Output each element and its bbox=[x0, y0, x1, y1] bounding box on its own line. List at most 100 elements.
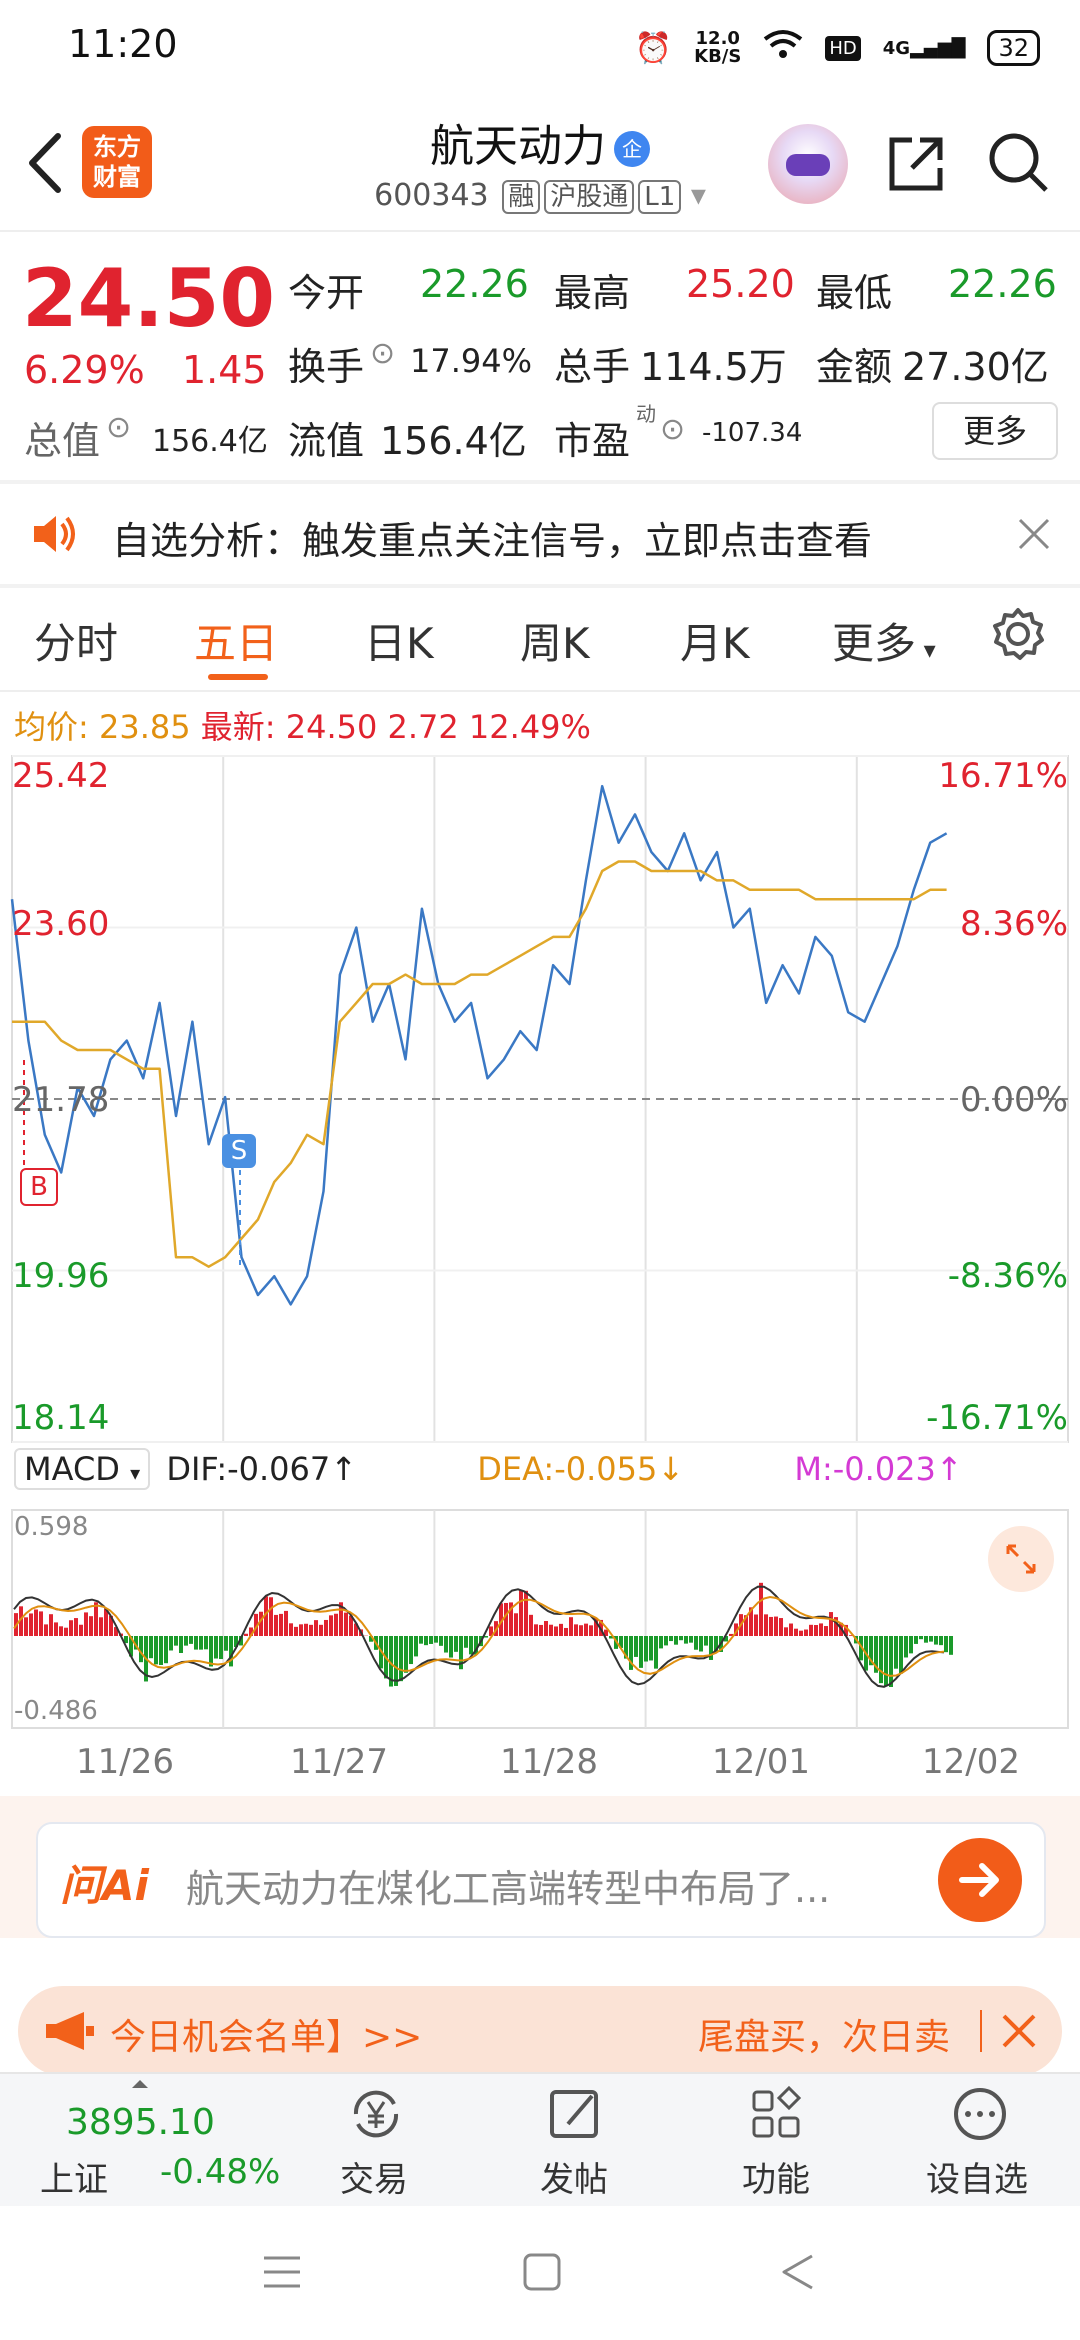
macd-histogram-bar bbox=[74, 1618, 78, 1636]
info-icon[interactable]: ⊙ bbox=[106, 410, 131, 445]
index-name[interactable]: 上证 bbox=[40, 2152, 108, 2201]
macd-histogram-bar bbox=[299, 1624, 303, 1636]
macd-histogram-bar bbox=[899, 1636, 903, 1674]
notice-bar[interactable]: 自选分析：触发重点关注信号，立即点击查看 bbox=[0, 484, 1080, 584]
price-axis-tick: 19.96 bbox=[12, 1256, 110, 1296]
change-pct: 6.29% bbox=[24, 348, 145, 392]
settings-gear-icon[interactable] bbox=[990, 606, 1046, 666]
macd-histogram-bar bbox=[759, 1582, 763, 1636]
megaphone-icon bbox=[42, 2008, 98, 2058]
sell-marker[interactable]: S bbox=[222, 1134, 256, 1168]
info-icon[interactable]: ⊙ bbox=[660, 412, 685, 447]
post-label[interactable]: 发帖 bbox=[540, 2152, 608, 2201]
dif-value: -0.067 bbox=[227, 1450, 331, 1488]
index-value[interactable]: 3895.10 bbox=[66, 2102, 215, 2143]
macd-histogram-bar bbox=[534, 1624, 538, 1636]
macd-histogram-bar bbox=[794, 1628, 798, 1636]
x-axis-date: 11/27 bbox=[290, 1742, 388, 1782]
macd-histogram-bar bbox=[189, 1636, 193, 1644]
back-nav-icon[interactable] bbox=[778, 2252, 818, 2296]
macd-histogram-bar bbox=[524, 1590, 528, 1636]
tab-weekly-k[interactable]: 周K bbox=[520, 610, 590, 671]
macd-histogram-bar bbox=[209, 1636, 213, 1667]
open-label: 今开 bbox=[288, 271, 365, 315]
yen-cycle-icon bbox=[353, 2090, 399, 2138]
macd-histogram-bar bbox=[179, 1636, 183, 1654]
macd-histogram-bar bbox=[49, 1614, 53, 1636]
macd-header: MACD ▾ DIF:-0.067↑ DEA:-0.055↓ M:-0.023↑ bbox=[14, 1448, 1064, 1500]
ai-prompt: 航天动力在煤化工高端转型中布局了... bbox=[186, 1867, 831, 1911]
info-icon[interactable]: ⊙ bbox=[370, 336, 395, 371]
ai-send-button[interactable] bbox=[938, 1838, 1022, 1922]
macd-selector[interactable]: MACD ▾ bbox=[14, 1448, 151, 1490]
macd-histogram-bar bbox=[519, 1590, 523, 1636]
price-axis-tick: 21.78 bbox=[12, 1080, 110, 1120]
arrow-up-icon: ↑ bbox=[935, 1450, 963, 1488]
macd-histogram-bar bbox=[579, 1625, 583, 1636]
price-chart[interactable] bbox=[0, 750, 1080, 1450]
macd-histogram-bar bbox=[214, 1636, 218, 1659]
opportunity-banner[interactable]: 今日机会名单】>> 尾盘买，次日卖 bbox=[18, 1986, 1062, 2076]
summary-line: 均价: 23.85 最新: 24.50 2.72 12.49% bbox=[14, 702, 591, 748]
macd-histogram-bar bbox=[939, 1636, 943, 1646]
macd-histogram-bar bbox=[699, 1636, 703, 1652]
macd-histogram-bar bbox=[564, 1627, 568, 1636]
macd-histogram-bar bbox=[204, 1636, 208, 1650]
index-change[interactable]: -0.48% bbox=[160, 2152, 280, 2192]
macd-histogram-bar bbox=[79, 1624, 83, 1636]
dea-value: -0.055 bbox=[554, 1450, 658, 1488]
macd-histogram-bar bbox=[59, 1626, 63, 1636]
macd-histogram-bar bbox=[224, 1636, 228, 1651]
tab-intraday[interactable]: 分时 bbox=[34, 610, 118, 671]
macd-histogram-bar bbox=[419, 1636, 423, 1644]
trade-nav-item[interactable] bbox=[336, 2084, 416, 2148]
macd-histogram-bar bbox=[284, 1610, 288, 1636]
macd-histogram-bar bbox=[219, 1636, 223, 1660]
buy-marker[interactable]: B bbox=[20, 1168, 58, 1206]
macd-histogram-bar bbox=[454, 1636, 458, 1652]
close-icon[interactable] bbox=[1000, 2012, 1038, 2054]
notice-text: 自选分析：触发重点关注信号，立即点击查看 bbox=[112, 519, 873, 563]
function-grid-icon[interactable] bbox=[746, 2084, 810, 2148]
macd-min: -0.486 bbox=[14, 1696, 98, 1726]
signal-icon: 4G▂▄▆█ bbox=[882, 37, 966, 59]
macd-histogram-bar bbox=[639, 1636, 643, 1668]
tab-monthly-k[interactable]: 月K bbox=[680, 610, 750, 671]
home-icon[interactable] bbox=[522, 2252, 562, 2296]
ai-input[interactable]: 问Ai 航天动力在煤化工高端转型中布局了... bbox=[36, 1822, 1046, 1938]
tab-more[interactable]: 更多 ▾ bbox=[832, 610, 936, 671]
function-label[interactable]: 功能 bbox=[742, 2152, 810, 2201]
macd-histogram-bar bbox=[104, 1608, 108, 1636]
turnover-value: 17.94% bbox=[410, 342, 533, 380]
macd-histogram-bar bbox=[784, 1627, 788, 1636]
turnover-label: 换手 bbox=[288, 345, 365, 389]
macd-histogram-bar bbox=[304, 1623, 308, 1636]
macd-histogram-bar bbox=[24, 1617, 28, 1636]
status-icons: ⏰ 12.0 KB/S HD 4G▂▄▆█ 32 bbox=[635, 24, 1040, 72]
low-label: 最低 bbox=[816, 271, 893, 315]
macd-histogram-bar bbox=[199, 1636, 203, 1650]
price-axis-tick: 18.14 bbox=[12, 1398, 110, 1438]
low-value: 22.26 bbox=[948, 262, 1057, 306]
tab-five-day[interactable]: 五日 bbox=[194, 610, 278, 671]
more-button[interactable]: 更多 bbox=[932, 402, 1058, 460]
x-axis-date: 11/26 bbox=[76, 1742, 174, 1782]
dif-label: DIF: bbox=[166, 1450, 228, 1488]
expand-icon[interactable] bbox=[988, 1526, 1054, 1592]
post-nav-icon[interactable] bbox=[544, 2084, 608, 2148]
add-watchlist-label[interactable]: 设自选 bbox=[926, 2152, 1028, 2201]
close-icon[interactable] bbox=[1016, 516, 1052, 556]
avg-price-line bbox=[12, 860, 947, 1268]
share-icon[interactable] bbox=[884, 132, 948, 200]
more-dots-icon[interactable] bbox=[948, 2084, 1012, 2148]
robot-avatar-icon[interactable] bbox=[768, 124, 848, 204]
search-icon[interactable] bbox=[986, 130, 1052, 200]
status-bar: 11:20 ⏰ 12.0 KB/S HD 4G▂▄▆█ 32 bbox=[0, 0, 1080, 96]
menu-icon[interactable] bbox=[262, 2252, 302, 2296]
banner-right-text: 尾盘买，次日卖 bbox=[698, 2017, 951, 2058]
macd-histogram-bar bbox=[664, 1636, 668, 1646]
dropdown-icon[interactable]: ▾ bbox=[691, 178, 706, 213]
macd-chart[interactable] bbox=[0, 1506, 1080, 1732]
tab-daily-k[interactable]: 日K bbox=[364, 610, 434, 671]
macd-histogram-bar bbox=[754, 1614, 758, 1636]
